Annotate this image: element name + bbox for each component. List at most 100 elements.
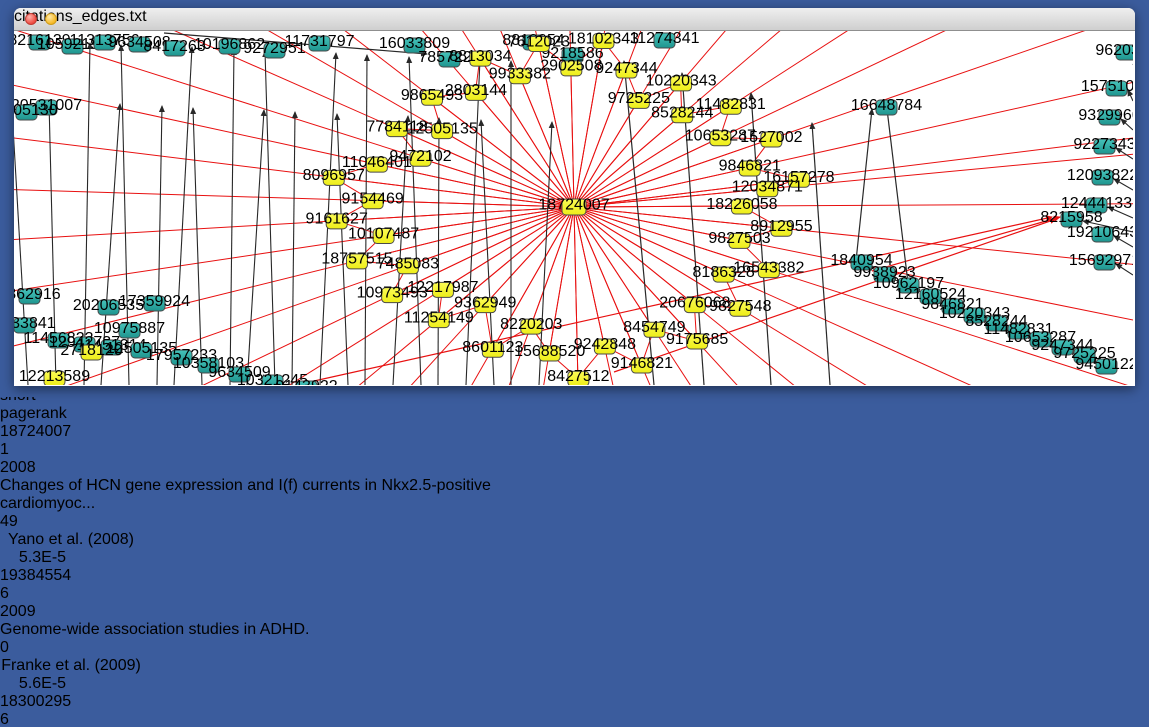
graph-node[interactable]: 8454749 <box>623 319 685 337</box>
zoom-window-button[interactable] <box>65 13 77 25</box>
graph-node[interactable]: 10975887 <box>94 320 165 338</box>
cell-name: 18724007 <box>0 423 74 441</box>
graph-node[interactable]: 12505135 <box>407 120 478 138</box>
svg-text:8186328: 8186328 <box>693 264 755 281</box>
graph-node[interactable]: 15692971 <box>1069 252 1133 270</box>
svg-text:10220343: 10220343 <box>645 73 716 90</box>
graph-node[interactable]: 2718120 <box>60 342 122 360</box>
network-window: citations_edges.txt 82161391059219711313… <box>14 8 1135 386</box>
graph-node[interactable]: 17359924 <box>119 293 190 311</box>
table-row[interactable]: 1938455462009Genome-wide association stu… <box>0 567 1149 693</box>
svg-text:2718120: 2718120 <box>60 342 122 359</box>
graph-node[interactable]: 9154469 <box>342 191 404 209</box>
svg-text:2902508: 2902508 <box>540 58 602 75</box>
graph-node[interactable]: 10220343 <box>645 73 716 91</box>
svg-text:15688520: 15688520 <box>514 343 585 360</box>
graph-node[interactable]: 9505130 <box>14 102 58 120</box>
graph-node[interactable]: 18102343 <box>568 31 639 48</box>
graph-node[interactable]: 8186328 <box>693 264 755 282</box>
graph-node[interactable]: 20676068 <box>659 294 730 312</box>
graph-node[interactable]: 15688520 <box>514 343 585 361</box>
cell-title: Changes of HCN gene expression and I(f) … <box>0 477 495 513</box>
graph-node[interactable]: 8427512 <box>547 368 609 385</box>
cell-short: Franke et al. (2009) <box>0 657 142 675</box>
svg-text:11482831: 11482831 <box>696 96 766 113</box>
svg-text:2803144: 2803144 <box>445 82 507 99</box>
graph-node[interactable]: 10107487 <box>348 225 419 243</box>
svg-text:9146821: 9146821 <box>611 355 673 372</box>
graph-node[interactable]: 1527002 <box>740 129 802 147</box>
graph-node[interactable]: 9620329 <box>1095 42 1133 60</box>
graph-node[interactable]: 18757515 <box>321 251 392 269</box>
graph-node[interactable]: 7612023 <box>508 33 570 51</box>
cell-out-de-: 49 <box>0 513 66 531</box>
graph-node[interactable]: 11731797 <box>285 33 355 51</box>
graph-node[interactable]: 10973493 <box>357 284 428 302</box>
graph-node[interactable]: 19210643 <box>1067 224 1133 242</box>
network-graph[interactable]: 8216139105921971131375696345088417263101… <box>14 31 1133 385</box>
graph-node[interactable]: 11274341 <box>630 31 700 48</box>
table-row[interactable]: 1830029562008Estimation of significance … <box>0 693 1149 727</box>
svg-text:18102343: 18102343 <box>568 31 639 47</box>
cell-in-degree: 6 <box>0 711 86 727</box>
graph-node[interactable]: 8220203 <box>500 316 562 334</box>
svg-text:9827503: 9827503 <box>708 230 770 247</box>
svg-text:8220203: 8220203 <box>500 316 562 333</box>
network-window-titlebar[interactable]: citations_edges.txt <box>14 8 1135 31</box>
svg-text:9227343: 9227343 <box>1073 136 1133 153</box>
svg-text:15692971: 15692971 <box>1069 252 1133 269</box>
svg-text:10975887: 10975887 <box>94 320 165 337</box>
svg-text:9143922: 9143922 <box>275 378 337 385</box>
graph-node[interactable]: 9472102 <box>389 148 451 166</box>
svg-text:9620329: 9620329 <box>1095 42 1133 59</box>
graph-node[interactable]: 12034871 <box>732 179 803 197</box>
graph-node[interactable]: 9862916 <box>14 286 61 304</box>
network-view-background: citations_edges.txt 82161391059219711313… <box>0 0 1149 397</box>
svg-text:11254149: 11254149 <box>404 309 474 326</box>
svg-text:11274341: 11274341 <box>630 31 700 47</box>
graph-node[interactable]: 2803144 <box>445 82 507 100</box>
network-canvas[interactable]: 8216139105921971131375696345088417263101… <box>14 31 1135 390</box>
close-window-button[interactable] <box>25 13 37 25</box>
graph-node[interactable]: 12213589 <box>19 368 90 385</box>
cell-short: Yano et al. (2008) <box>0 531 142 549</box>
svg-text:7612023: 7612023 <box>508 33 570 50</box>
graph-node[interactable]: 11482831 <box>696 96 766 114</box>
svg-text:9505130: 9505130 <box>14 102 58 119</box>
graph-node[interactable]: 9143922 <box>275 378 337 385</box>
graph-node[interactable]: 8601123 <box>462 339 523 357</box>
graph-node[interactable]: 11254149 <box>404 309 474 327</box>
graph-node[interactable]: 9329966 <box>1078 107 1133 125</box>
graph-node[interactable]: 9146821 <box>611 355 673 373</box>
cell-in-degree: 6 <box>0 585 86 603</box>
svg-text:8427512: 8427512 <box>547 368 609 385</box>
graph-node[interactable]: 8813034 <box>449 48 511 66</box>
svg-text:18226058: 18226058 <box>706 196 777 213</box>
svg-text:19210643: 19210643 <box>1067 224 1133 241</box>
graph-node[interactable]: 9450122 <box>1075 356 1133 374</box>
graph-node[interactable]: 9161627 <box>306 211 368 229</box>
svg-text:12213589: 12213589 <box>19 368 90 385</box>
graph-node[interactable]: 16648784 <box>851 97 922 115</box>
cell-pagerank: 5.6E-5 <box>0 675 85 693</box>
graph-node[interactable]: 12093822 <box>1067 167 1133 185</box>
cell-year: 2009 <box>0 603 73 621</box>
svg-text:18724007: 18724007 <box>538 196 609 213</box>
graph-node[interactable]: 9227343 <box>1073 136 1133 154</box>
svg-text:8454749: 8454749 <box>623 319 685 336</box>
graph-node[interactable]: 9827503 <box>708 230 770 248</box>
cell-title: Genome-wide association studies in ADHD. <box>0 621 495 639</box>
svg-text:9862916: 9862916 <box>14 286 61 303</box>
svg-text:9329966: 9329966 <box>1078 107 1133 124</box>
table-row[interactable]: 1872400712008Changes of HCN gene express… <box>0 423 1149 567</box>
graph-node[interactable]: 18226058 <box>706 196 777 214</box>
graph-node[interactable]: 18724007 <box>538 196 609 215</box>
svg-text:11731797: 11731797 <box>285 33 355 50</box>
minimize-window-button[interactable] <box>45 13 57 25</box>
cell-year: 2008 <box>0 459 73 477</box>
svg-text:10107487: 10107487 <box>348 225 419 242</box>
cell-in-degree: 1 <box>0 441 86 459</box>
graph-node[interactable]: 2902508 <box>540 58 602 76</box>
graph-node[interactable]: 15751074 <box>1081 78 1133 96</box>
column-header-pagerank[interactable]: pagerank <box>0 405 85 423</box>
